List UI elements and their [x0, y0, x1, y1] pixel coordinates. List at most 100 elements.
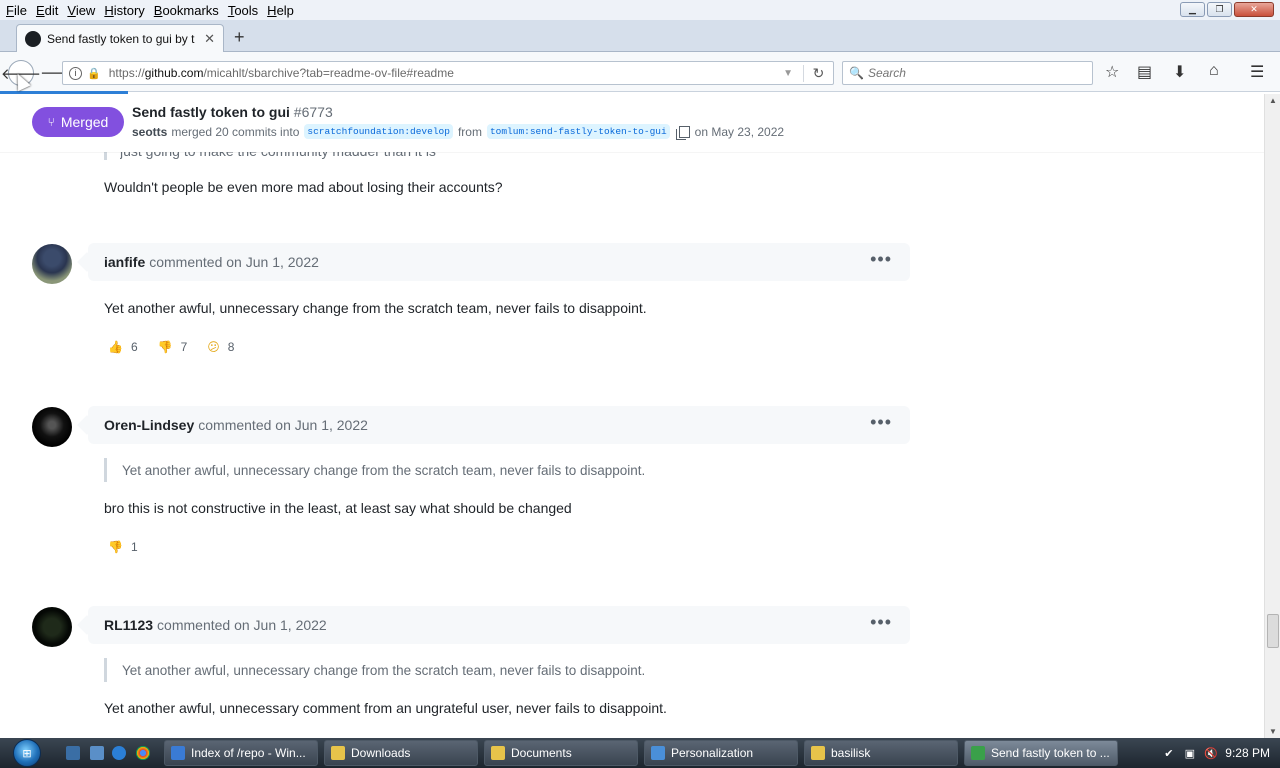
url-dropdown-icon[interactable]: ▼ [783, 68, 793, 79]
search-bar[interactable]: 🔍 [842, 61, 1093, 85]
avatar-oren-lindsey[interactable] [32, 407, 72, 447]
pr-sticky-header: ⑂ Merged Send fastly token to gui #6773 … [0, 94, 1264, 152]
menu-history[interactable]: History [102, 3, 151, 18]
taskbar-button[interactable]: Index of /repo - Win... [164, 740, 318, 766]
folder-icon [811, 746, 825, 760]
prior-reply-text: Wouldn't people be even more mad about l… [104, 179, 503, 195]
git-merge-icon: ⑂ [47, 115, 55, 129]
comment-author[interactable]: RL1123 [104, 617, 153, 633]
comment-body: Yet another awful, unnecessary change fr… [104, 300, 647, 316]
personalization-icon [651, 746, 665, 760]
taskbar-button[interactable]: Documents [484, 740, 638, 766]
scroll-up-icon[interactable]: ▲ [1269, 96, 1277, 105]
tab-close-icon[interactable]: ✕ [204, 31, 215, 47]
pr-title-text[interactable]: Send fastly token to gui [132, 104, 290, 120]
window-controls: ▁ ❐ ✕ [1180, 2, 1274, 17]
taskbar-button[interactable]: Downloads [324, 740, 478, 766]
taskbar-button[interactable]: basilisk [804, 740, 958, 766]
navigation-bar: 🡐 🡒 i 🔒 https://github.com/micahlt/sbarc… [0, 52, 1280, 92]
reaction-confused[interactable]: 😕 8 [207, 340, 234, 354]
comment-caret [77, 615, 97, 635]
comment-caret [77, 252, 97, 272]
home-icon[interactable]: ⌂ [1209, 62, 1219, 80]
browser-window-icon [971, 746, 985, 760]
reaction-thumbs-down[interactable]: 👎 1 [108, 540, 138, 554]
comment-header: ianfife commented on Jun 1, 2022 ••• [77, 243, 910, 281]
new-tab-button[interactable]: + [234, 28, 245, 46]
menu-tools[interactable]: Tools [226, 3, 265, 18]
show-desktop-icon[interactable] [66, 746, 80, 760]
browser-tab-active[interactable]: Send fastly token to gui by t ✕ [16, 24, 224, 52]
reaction-thumbs-up[interactable]: 👍 6 [108, 340, 138, 354]
menu-bookmarks[interactable]: Bookmarks [152, 3, 226, 18]
taskbar-button-active[interactable]: Send fastly token to ... [964, 740, 1118, 766]
start-button[interactable]: ⊞ [4, 739, 50, 767]
menu-hamburger-icon[interactable]: ☰ [1250, 62, 1264, 82]
pr-merge-summary: seotts merged 20 commits into scratchfou… [132, 124, 785, 140]
menu-edit[interactable]: Edit [34, 3, 65, 18]
reactions-bar: 👎 1 [108, 540, 138, 554]
bookmark-star-icon[interactable]: ☆ [1105, 62, 1119, 82]
pr-author-link[interactable]: seotts [132, 125, 167, 139]
address-bar[interactable]: i 🔒 https://github.com/micahlt/sbarchive… [62, 61, 834, 85]
quoted-reply: Yet another awful, unnecessary change fr… [104, 658, 645, 682]
more-options-icon[interactable]: ••• [870, 249, 892, 270]
more-options-icon[interactable]: ••• [870, 612, 892, 633]
merged-status-badge: ⑂ Merged [32, 107, 124, 137]
comment-body: Yet another awful, unnecessary comment f… [104, 700, 667, 716]
menu-file[interactable]: File [4, 3, 34, 18]
chrome-icon[interactable] [136, 746, 150, 760]
switch-windows-icon[interactable] [90, 746, 104, 760]
ie-window-icon [171, 746, 185, 760]
url-text[interactable]: https://github.com/micahlt/sbarchive?tab… [109, 66, 783, 80]
folder-icon [331, 746, 345, 760]
scrollbar-thumb[interactable] [1267, 614, 1279, 648]
scroll-down-icon[interactable]: ▼ [1269, 727, 1277, 736]
reaction-thumbs-down[interactable]: 👎 7 [158, 340, 188, 354]
comment-author[interactable]: ianfife [104, 254, 145, 270]
volume-muted-icon[interactable]: 🔇 [1204, 747, 1218, 760]
info-icon[interactable]: i [69, 66, 82, 80]
comment-header: Oren-Lindsey commented on Jun 1, 2022 ••… [77, 406, 910, 444]
comment-timestamp[interactable]: commented on Jun 1, 2022 [149, 254, 319, 270]
copy-icon[interactable] [675, 125, 690, 140]
menu-help[interactable]: Help [265, 3, 301, 18]
internet-explorer-icon[interactable] [112, 746, 126, 760]
menu-bar: File Edit View History Bookmarks Tools H… [0, 0, 1280, 20]
search-input[interactable] [867, 66, 1088, 80]
network-icon[interactable]: ▣ [1183, 747, 1196, 760]
minimize-button[interactable]: ▁ [1180, 2, 1205, 17]
close-window-button[interactable]: ✕ [1234, 2, 1274, 17]
taskbar-button[interactable]: Personalization [644, 740, 798, 766]
comment-caret [77, 415, 97, 435]
github-favicon-icon [25, 30, 41, 47]
avatar-rl1123[interactable] [32, 607, 72, 647]
comment-timestamp[interactable]: commented on Jun 1, 2022 [198, 417, 368, 433]
quoted-reply: Yet another awful, unnecessary change fr… [104, 458, 645, 482]
more-options-icon[interactable]: ••• [870, 412, 892, 433]
clock[interactable]: 9:28 PM [1225, 746, 1270, 760]
reactions-bar: 👍 6 👎 7 😕 8 [108, 340, 234, 354]
reload-icon[interactable]: ↻ [803, 64, 833, 82]
base-branch-label[interactable]: scratchfoundation:develop [304, 124, 453, 139]
pr-number: #6773 [293, 104, 333, 120]
tab-strip: Send fastly token to gui by t ✕ + [0, 20, 1280, 52]
windows-taskbar: ⊞ Index of /repo - Win... Downloads Docu… [0, 738, 1280, 768]
comment-author[interactable]: Oren-Lindsey [104, 417, 194, 433]
safely-remove-icon[interactable]: ✔ [1162, 747, 1175, 760]
search-icon: 🔍 [849, 66, 864, 80]
comment-header: RL1123 commented on Jun 1, 2022 ••• [77, 606, 910, 644]
reading-list-icon[interactable]: ▤ [1137, 62, 1152, 82]
system-tray: ✔ ▣ 🔇 9:28 PM [1140, 738, 1280, 768]
lock-icon: 🔒 [87, 67, 101, 80]
downloads-icon[interactable]: ⬇ [1173, 62, 1186, 82]
tab-title: Send fastly token to gui by t [47, 31, 195, 46]
pr-title: Send fastly token to gui #6773 [132, 104, 333, 120]
restore-button[interactable]: ❐ [1207, 2, 1232, 17]
avatar-ianfife[interactable] [32, 244, 72, 284]
comment-body: bro this is not constructive in the leas… [104, 500, 572, 516]
menu-view[interactable]: View [65, 3, 102, 18]
comment-timestamp[interactable]: commented on Jun 1, 2022 [157, 617, 327, 633]
vertical-scrollbar[interactable]: ▲ ▼ [1264, 94, 1280, 738]
head-branch-label[interactable]: tomlum:send-fastly-token-to-gui [486, 124, 670, 139]
